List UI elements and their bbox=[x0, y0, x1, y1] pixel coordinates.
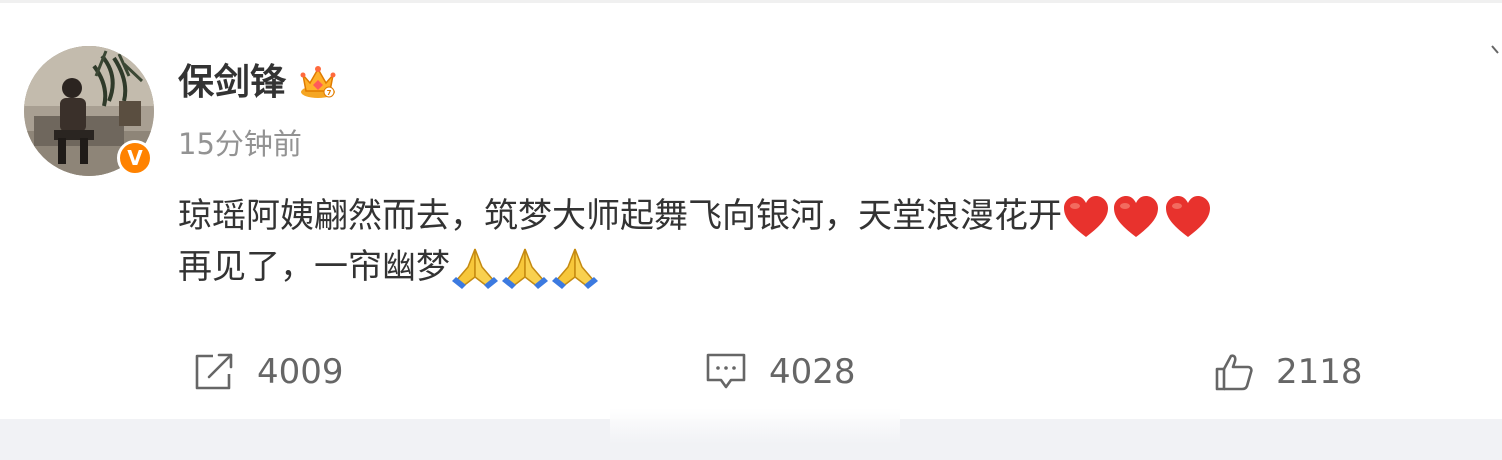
red-heart-icon bbox=[1114, 195, 1158, 237]
author-name[interactable]: 保剑锋 bbox=[178, 59, 286, 107]
svg-text:7: 7 bbox=[327, 89, 332, 97]
comment-bubble-icon bbox=[706, 353, 746, 389]
folded-hands-icon bbox=[452, 248, 498, 289]
folded-hands-icon bbox=[502, 248, 548, 289]
like-count: 2118 bbox=[1276, 352, 1363, 392]
post-text-line-2: 再见了，一帘幽梦 bbox=[178, 247, 450, 287]
thumbs-up-icon bbox=[1215, 354, 1253, 391]
post-line-2: 再见了，一帘幽梦 bbox=[178, 242, 1398, 293]
comment-count: 4028 bbox=[769, 352, 856, 392]
like-button[interactable]: 2118 bbox=[1214, 349, 1363, 395]
post-content: 琼瑶阿姨翩然而去，筑梦大师起舞飞向银河，天堂浪漫花开 再见了，一帘幽梦 bbox=[178, 191, 1398, 293]
red-heart-icon bbox=[1166, 195, 1210, 237]
share-arrow-icon bbox=[195, 353, 233, 390]
post-timestamp[interactable]: 15分钟前 bbox=[178, 124, 302, 164]
collapse-fade bbox=[610, 408, 900, 444]
weibo-post-card: V 保剑锋 7 15分钟前 琼瑶阿姨翩然而去，筑梦大师起舞飞向银河，天堂浪漫花开 bbox=[0, 3, 1502, 419]
post-line-1: 琼瑶阿姨翩然而去，筑梦大师起舞飞向银河，天堂浪漫花开 bbox=[178, 191, 1398, 242]
post-text-line-1: 琼瑶阿姨翩然而去，筑梦大师起舞飞向银河，天堂浪漫花开 bbox=[178, 196, 1062, 236]
folded-hands-icon bbox=[552, 248, 598, 289]
repost-button[interactable]: 4009 bbox=[193, 349, 344, 395]
verified-badge-icon: V bbox=[117, 140, 153, 176]
red-heart-icon bbox=[1064, 195, 1108, 237]
repost-count: 4009 bbox=[257, 352, 344, 392]
comment-button[interactable]: 4028 bbox=[705, 349, 856, 395]
chevron-down-icon[interactable] bbox=[1490, 43, 1502, 57]
crown-icon[interactable]: 7 bbox=[298, 61, 338, 101]
